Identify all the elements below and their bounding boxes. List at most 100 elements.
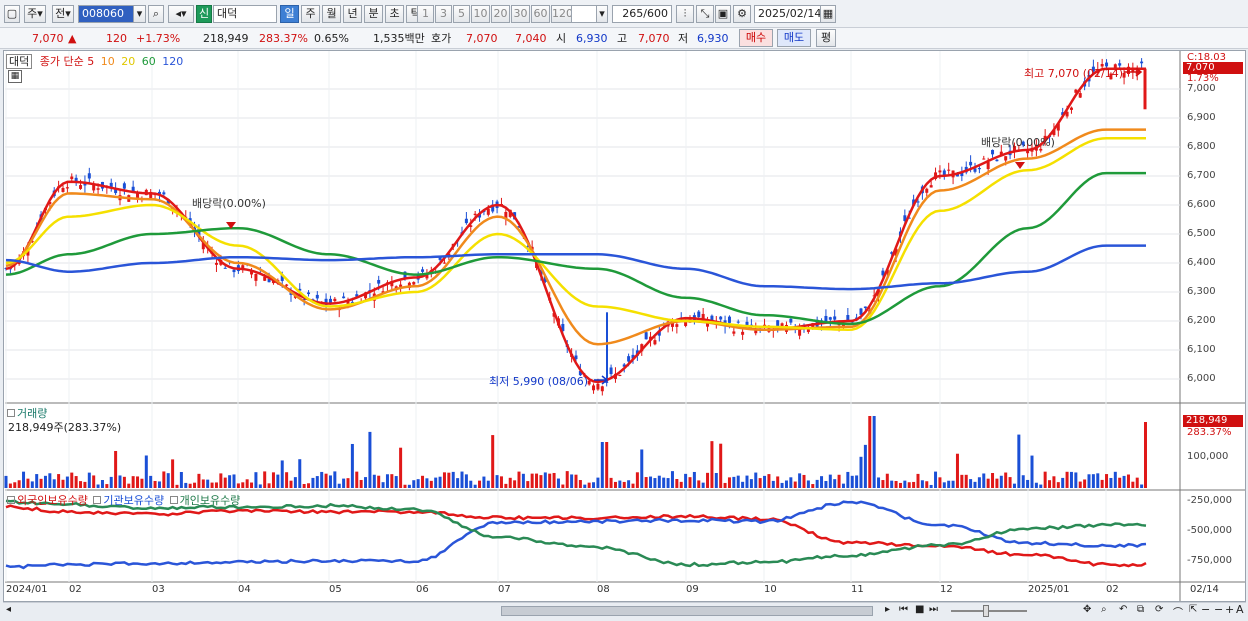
scroll-left-icon[interactable]: ◂: [6, 604, 11, 615]
volume-bar: [486, 480, 490, 488]
price-tick: 6,000: [1187, 373, 1216, 384]
candle-body: [122, 183, 126, 189]
volume-bar: [609, 477, 613, 488]
scroll-thumb[interactable]: [501, 606, 873, 616]
volume-bar: [114, 450, 118, 488]
legend-inst[interactable]: 기관보유수량: [103, 494, 164, 507]
zoom-slider[interactable]: [951, 610, 1027, 612]
stop-icon[interactable]: ■: [915, 604, 924, 615]
candle-body: [587, 380, 591, 385]
candle-body: [736, 321, 740, 323]
holdings-toggle-icon[interactable]: [7, 496, 15, 504]
volume-bar: [285, 472, 289, 488]
pointer-icon[interactable]: ⇱: [1189, 604, 1197, 615]
volume-bar: [1052, 476, 1056, 488]
candle-body: [727, 316, 731, 323]
zoom-in-icon[interactable]: +: [1225, 603, 1234, 616]
volume-bar: [342, 478, 346, 488]
volume-bar: [499, 476, 503, 488]
legend-ma120[interactable]: 120: [162, 55, 183, 68]
volume-toggle-icon[interactable]: [7, 409, 15, 417]
rewind-icon[interactable]: ⏮: [899, 604, 908, 615]
volume-bar: [1105, 474, 1109, 488]
copy-icon[interactable]: ⧉: [1137, 604, 1144, 615]
x-tick: 04: [238, 584, 251, 595]
stock-chart-svg: [4, 51, 1245, 601]
font-size-icon[interactable]: A: [1236, 603, 1244, 616]
candle-body: [789, 318, 793, 323]
legend-foreign[interactable]: 외국인보유수량: [17, 494, 88, 507]
volume-bar: [127, 483, 131, 488]
price-tick: 6,700: [1187, 170, 1216, 181]
chart-legend: 대덕 종가 단순 5 10 20 60 120: [6, 53, 183, 69]
calculator-icon[interactable]: ▦: [8, 70, 22, 83]
price-tick: 6,900: [1187, 112, 1216, 123]
candle-body: [947, 169, 951, 171]
candle-body: [833, 316, 837, 320]
volume-bar: [425, 478, 429, 488]
undo-icon[interactable]: ↶: [1119, 604, 1127, 615]
inst-toggle-icon[interactable]: [93, 496, 102, 504]
bottom-scrollbar[interactable]: ◂ ▸ ⏮ ■ ⏭ ✥ ⌕ ↶ ⧉ ⟳ ⌒ ⇱ − − + A: [3, 602, 1246, 619]
volume-bar: [846, 471, 850, 488]
volume-bar: [442, 472, 446, 488]
crosshair-icon[interactable]: ✥: [1083, 604, 1091, 615]
candle-body: [977, 168, 981, 170]
retail-toggle-icon[interactable]: [169, 496, 178, 504]
current-pct-marker: 1.73%: [1187, 73, 1219, 84]
volume-bar: [999, 475, 1003, 488]
volume-bar: [109, 476, 113, 488]
volume-bar: [271, 472, 275, 488]
candle-body: [925, 188, 929, 193]
line-tool-icon[interactable]: ⌒: [1173, 604, 1183, 619]
magnify-icon[interactable]: ⌕: [1101, 604, 1107, 615]
volume-bar: [232, 474, 236, 488]
dividend-marker-2: [1015, 162, 1025, 169]
legend-retail[interactable]: 개인보유수량: [180, 494, 241, 507]
volume-bar: [1034, 482, 1038, 488]
zoom-out-icon[interactable]: −: [1201, 603, 1210, 616]
volume-bar: [460, 471, 464, 488]
legend-ma10[interactable]: 10: [101, 55, 115, 68]
candle-body: [969, 161, 973, 166]
forward-icon[interactable]: ⏭: [929, 604, 938, 615]
volume-bar: [328, 475, 332, 488]
legend-ma-title[interactable]: 종가 단순: [40, 55, 84, 68]
refresh-icon[interactable]: ⟳: [1155, 604, 1163, 615]
zoom-slider-handle[interactable]: [983, 605, 989, 617]
volume-bar: [526, 481, 530, 488]
low-annotation: 최저 5,990 (08/06): [489, 375, 589, 388]
x-tick: 02: [1106, 584, 1119, 595]
volume-bar: [556, 478, 560, 488]
volume-bar: [320, 471, 324, 488]
volume-bar: [311, 477, 315, 488]
volume-bar: [530, 473, 534, 488]
scroll-right-icon[interactable]: ▸: [885, 604, 890, 615]
candle-body: [592, 385, 596, 391]
volume-bar: [65, 476, 69, 488]
volume-bar: [105, 484, 109, 488]
volume-bar: [35, 474, 39, 488]
volume-value-label: 218,949주(283.37%): [8, 421, 122, 434]
volume-bar: [394, 476, 398, 488]
volume-bar: [828, 474, 832, 488]
legend-ma60[interactable]: 60: [142, 55, 156, 68]
volume-bar: [8, 483, 12, 488]
volume-bar: [39, 478, 43, 488]
holdings-tick: -750,000: [1187, 555, 1232, 566]
text-minus-icon[interactable]: −: [1214, 603, 1223, 616]
volume-bar: [346, 478, 350, 488]
legend-ma20[interactable]: 20: [121, 55, 135, 68]
volume-bar: [83, 481, 87, 488]
volume-bar: [302, 484, 306, 488]
legend-ma5[interactable]: 5: [87, 55, 94, 68]
volume-bar: [675, 479, 679, 488]
volume-bar: [907, 482, 911, 488]
volume-bar: [815, 479, 819, 488]
volume-bar: [806, 480, 810, 488]
candle-body: [61, 187, 65, 192]
volume-bar: [258, 484, 262, 488]
volume-bar: [600, 442, 604, 488]
volume-bar: [197, 473, 201, 488]
legend-stock-name[interactable]: 대덕: [6, 54, 33, 69]
